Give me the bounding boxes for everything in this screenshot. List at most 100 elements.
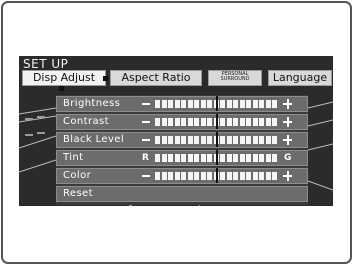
tab-aspect-ratio[interactable]: Aspect Ratio bbox=[110, 70, 202, 86]
slider-segment bbox=[155, 100, 160, 108]
slider-segment bbox=[200, 172, 206, 180]
slider-segment bbox=[220, 136, 225, 144]
slider-segment bbox=[246, 172, 251, 180]
slider-segment bbox=[181, 172, 186, 180]
slider-segment bbox=[252, 118, 258, 126]
setting-label: Tint bbox=[63, 152, 84, 163]
slider-segment bbox=[194, 136, 199, 144]
setting-row-black-level[interactable]: Black Level bbox=[56, 132, 308, 148]
slider-segment bbox=[233, 172, 238, 180]
slider-segment bbox=[181, 100, 186, 108]
minus-icon[interactable] bbox=[142, 175, 150, 177]
slider-segment bbox=[187, 118, 193, 126]
active-tab-marker bbox=[59, 86, 64, 91]
slider-segment bbox=[233, 118, 238, 126]
tab-separator-marker bbox=[103, 76, 108, 81]
plus-icon-vertical bbox=[286, 171, 289, 181]
slider-segment bbox=[272, 118, 277, 126]
slider-segment bbox=[187, 154, 193, 162]
reset-label: Reset bbox=[63, 188, 93, 199]
level-slider[interactable] bbox=[155, 132, 279, 147]
minus-icon[interactable] bbox=[142, 121, 150, 123]
slider-segment bbox=[161, 154, 167, 162]
disp-adjust-panel: Brightness Contrast Black Level Tint R G… bbox=[56, 95, 308, 205]
level-slider[interactable] bbox=[155, 96, 279, 111]
setting-label: Black Level bbox=[63, 134, 125, 145]
slider-segment bbox=[207, 154, 212, 162]
tab-personal-surround[interactable]: PERSONAL SURROUND bbox=[208, 70, 262, 86]
slider-segment bbox=[265, 118, 271, 126]
slider-segment bbox=[194, 118, 199, 126]
slider-segment bbox=[233, 136, 238, 144]
plus-icon-vertical bbox=[286, 135, 289, 145]
minus-icon[interactable] bbox=[142, 103, 150, 105]
slider-segment bbox=[259, 154, 264, 162]
slider-segment bbox=[246, 118, 251, 126]
slider-level-marker[interactable] bbox=[215, 96, 218, 111]
level-slider[interactable] bbox=[155, 168, 279, 183]
setting-row-brightness[interactable]: Brightness bbox=[56, 96, 308, 112]
setting-label: Brightness bbox=[63, 98, 121, 109]
slider-segment bbox=[220, 172, 225, 180]
screen-title: SET UP bbox=[23, 57, 69, 71]
slider-segment bbox=[226, 154, 232, 162]
slider-segment bbox=[207, 100, 212, 108]
slider-segment bbox=[265, 154, 271, 162]
plus-icon-vertical bbox=[286, 99, 289, 109]
plus-icon-vertical bbox=[286, 117, 289, 127]
slider-segment bbox=[168, 136, 173, 144]
slider-level-marker[interactable] bbox=[215, 114, 218, 129]
slider-segment bbox=[200, 100, 206, 108]
slider-segment bbox=[265, 172, 271, 180]
setting-row-color[interactable]: Color bbox=[56, 168, 308, 184]
reset-button[interactable]: Reset bbox=[56, 186, 308, 202]
slider-segment bbox=[168, 100, 173, 108]
slider-segment bbox=[200, 118, 206, 126]
tab-language[interactable]: Language bbox=[268, 70, 332, 86]
slider-segment bbox=[226, 172, 232, 180]
slider-segment bbox=[168, 154, 173, 162]
slider-segment bbox=[252, 172, 258, 180]
slider-segment bbox=[187, 172, 193, 180]
level-slider[interactable] bbox=[155, 150, 279, 165]
slider-segment bbox=[220, 118, 225, 126]
slider-segment bbox=[259, 172, 264, 180]
tint-green-label[interactable]: G bbox=[284, 151, 291, 165]
slider-segment bbox=[220, 154, 225, 162]
slider-segment bbox=[174, 118, 180, 126]
slider-segment bbox=[246, 136, 251, 144]
slider-segment bbox=[181, 136, 186, 144]
tint-red-label[interactable]: R bbox=[142, 151, 149, 165]
slider-segment bbox=[265, 136, 271, 144]
slider-segment bbox=[226, 100, 232, 108]
slider-segment bbox=[272, 154, 277, 162]
slider-segment bbox=[226, 136, 232, 144]
slider-segment bbox=[155, 154, 160, 162]
minus-icon[interactable] bbox=[142, 139, 150, 141]
slider-segment bbox=[187, 136, 193, 144]
slider-segment bbox=[272, 172, 277, 180]
slider-level-marker[interactable] bbox=[215, 132, 218, 147]
slider-segment bbox=[207, 172, 212, 180]
slider-level-marker[interactable] bbox=[215, 168, 218, 183]
slider-segment bbox=[252, 154, 258, 162]
slider-segment bbox=[239, 136, 245, 144]
setting-row-tint[interactable]: Tint R G bbox=[56, 150, 308, 166]
setting-label: Color bbox=[63, 170, 92, 181]
slider-level-marker[interactable] bbox=[215, 150, 218, 165]
slider-segment bbox=[161, 136, 167, 144]
slider-segment bbox=[194, 154, 199, 162]
slider-segment bbox=[233, 100, 238, 108]
slider-segment bbox=[207, 136, 212, 144]
tab-disp-adjust[interactable]: Disp Adjust bbox=[22, 70, 106, 86]
level-slider[interactable] bbox=[155, 114, 279, 129]
slider-segment bbox=[187, 100, 193, 108]
tab-personal-surround-line2: SURROUND bbox=[220, 76, 250, 82]
slider-segment bbox=[239, 154, 245, 162]
slider-segment bbox=[181, 154, 186, 162]
slider-segment bbox=[246, 154, 251, 162]
slider-segment bbox=[233, 154, 238, 162]
setting-row-contrast[interactable]: Contrast bbox=[56, 114, 308, 130]
slider-segment bbox=[155, 172, 160, 180]
slider-segment bbox=[174, 136, 180, 144]
